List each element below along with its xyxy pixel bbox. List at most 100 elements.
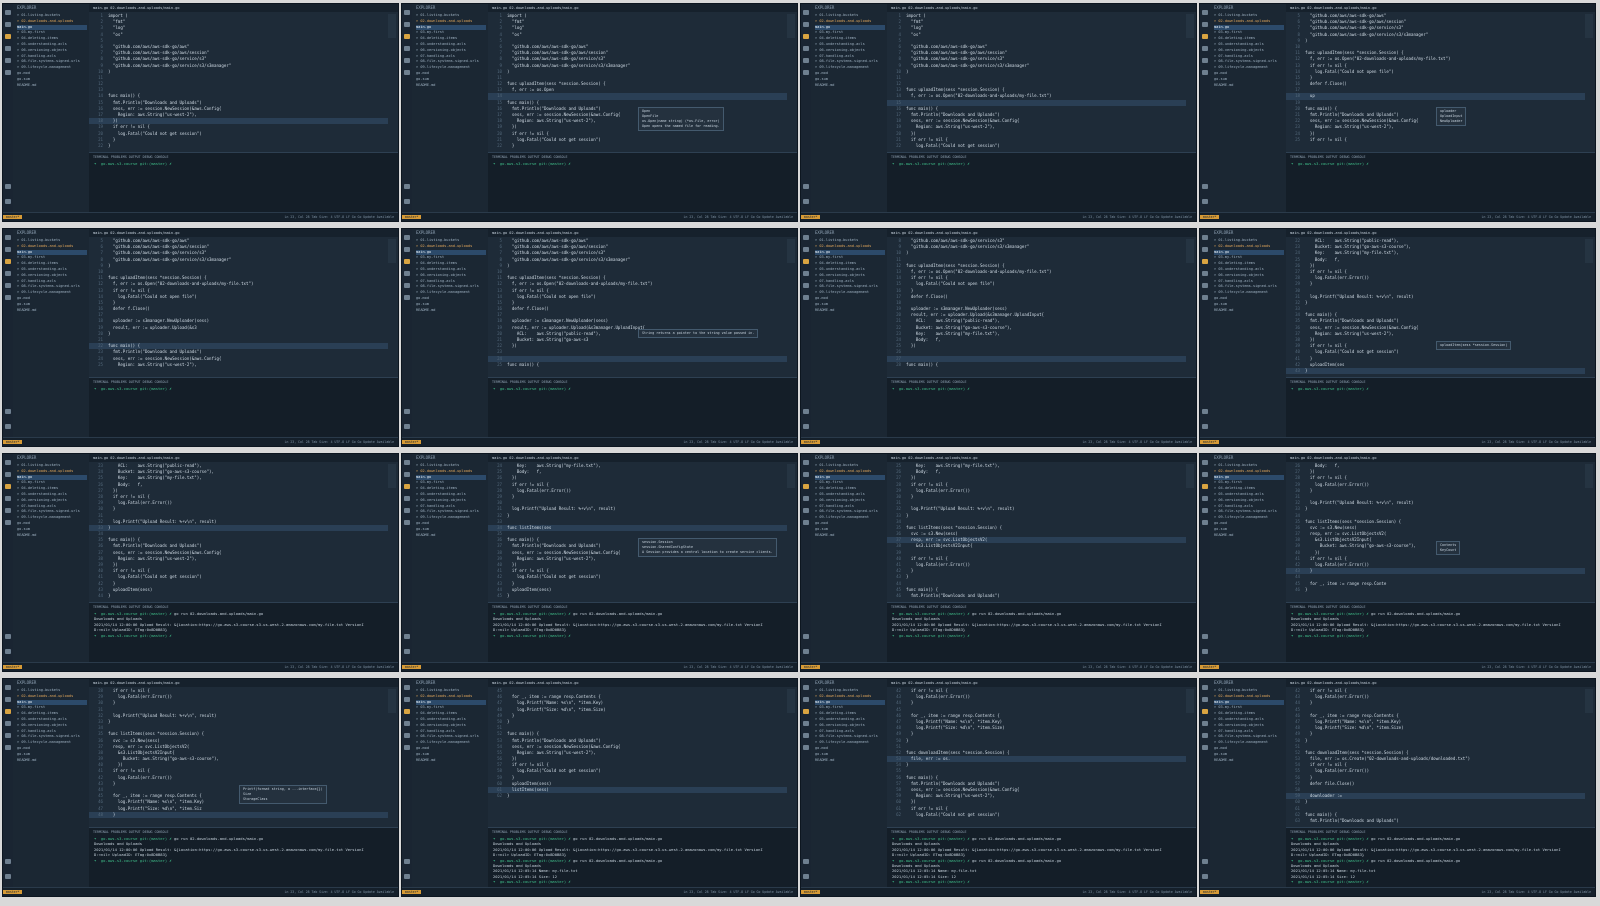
terminal-output[interactable]: ➜ go-aws-s3-course git:(master) ✗ [887, 161, 1196, 166]
explorer-icon[interactable] [1202, 235, 1208, 240]
panel-tabs[interactable]: TERMINAL PROBLEMS OUTPUT DEBUG CONSOLE [1286, 603, 1595, 611]
minimap[interactable] [388, 689, 396, 713]
code-area[interactable]: 1 import (2 "fmt" 3 "log" 4 "os" 5 6 "github.… [89, 13, 388, 152]
search-icon[interactable] [803, 22, 809, 27]
terminal-panel[interactable]: TERMINAL PROBLEMS OUTPUT DEBUG CONSOLE ➜ … [1286, 602, 1595, 666]
source-control-icon[interactable] [5, 259, 11, 264]
remote-icon[interactable] [5, 70, 11, 75]
source-control-icon[interactable] [803, 34, 809, 39]
minimap[interactable] [787, 464, 795, 488]
git-branch[interactable]: master* [801, 665, 821, 669]
remote-icon[interactable] [404, 70, 410, 75]
terminal-panel[interactable]: TERMINAL PROBLEMS OUTPUT DEBUG CONSOLE ➜ … [1286, 827, 1595, 891]
code-area[interactable]: 23 ACL: aws.String("public-read"), 24 Buc… [89, 463, 388, 602]
remote-icon[interactable] [5, 745, 11, 750]
remote-icon[interactable] [5, 295, 11, 300]
run-icon[interactable] [803, 271, 809, 276]
code-area[interactable]: 26 Body: f, 27 }) 28 if err != nil {29 log… [1286, 463, 1585, 602]
remote-icon[interactable] [1202, 295, 1208, 300]
search-icon[interactable] [1202, 247, 1208, 252]
file-tree-item[interactable]: README.md [17, 83, 87, 89]
code-editor[interactable]: main.go 02-downloads-and-uploads/main.go… [1286, 679, 1595, 827]
code-area[interactable]: 45 46 for _, item := range resp.Contents … [488, 688, 787, 827]
source-control-icon[interactable] [1202, 709, 1208, 714]
code-editor[interactable]: main.go 02-downloads-and-uploads/main.go… [887, 679, 1196, 827]
extensions-icon[interactable] [1202, 508, 1208, 513]
panel-tabs[interactable]: TERMINAL PROBLEMS OUTPUT DEBUG CONSOLE [1286, 828, 1595, 836]
terminal-output[interactable]: ➜ go-aws-s3-course git:(master) ✗ go run… [488, 836, 797, 885]
extensions-icon[interactable] [1202, 283, 1208, 288]
terminal-output[interactable]: ➜ go-aws-s3-course git:(master) ✗ [887, 386, 1196, 391]
search-icon[interactable] [1202, 22, 1208, 27]
source-control-icon[interactable] [1202, 34, 1208, 39]
file-tree-item[interactable]: README.md [416, 83, 486, 89]
account-icon[interactable] [1202, 634, 1208, 639]
terminal-panel[interactable]: TERMINAL PROBLEMS OUTPUT DEBUG CONSOLE ➜ … [488, 152, 797, 216]
editor-tab[interactable]: main.go 02-downloads-and-uploads/main.go [488, 454, 797, 462]
code-area[interactable]: 42 if err != nil {43 log.Fatal(err.Error… [1286, 688, 1585, 827]
code-area[interactable]: 5 "github.com/aws/aws-sdk-go/aws" 6 "gith… [488, 238, 787, 377]
gear-icon[interactable] [803, 649, 809, 654]
gear-icon[interactable] [5, 649, 11, 654]
terminal-panel[interactable]: TERMINAL PROBLEMS OUTPUT DEBUG CONSOLE ➜ … [887, 377, 1196, 441]
run-icon[interactable] [1202, 721, 1208, 726]
git-branch[interactable]: master* [801, 215, 821, 219]
editor-tab[interactable]: main.go 02-downloads-and-uploads/main.go [1286, 454, 1595, 462]
extensions-icon[interactable] [803, 508, 809, 513]
remote-icon[interactable] [404, 520, 410, 525]
editor-tab[interactable]: main.go 02-downloads-and-uploads/main.go [89, 679, 398, 687]
account-icon[interactable] [1202, 184, 1208, 189]
remote-icon[interactable] [803, 295, 809, 300]
git-branch[interactable]: master* [402, 440, 422, 444]
panel-tabs[interactable]: TERMINAL PROBLEMS OUTPUT DEBUG CONSOLE [488, 828, 797, 836]
editor-tab[interactable]: main.go 02-downloads-and-uploads/main.go [887, 454, 1196, 462]
minimap[interactable] [787, 239, 795, 263]
minimap[interactable] [1585, 239, 1593, 263]
terminal-output[interactable]: ➜ go-aws-s3-course git:(master) ✗ go run… [89, 836, 398, 863]
file-tree-item[interactable]: README.md [815, 758, 885, 764]
git-branch[interactable]: master* [3, 665, 23, 669]
minimap[interactable] [1186, 689, 1194, 713]
account-icon[interactable] [5, 184, 11, 189]
account-icon[interactable] [5, 634, 11, 639]
panel-tabs[interactable]: TERMINAL PROBLEMS OUTPUT DEBUG CONSOLE [488, 378, 797, 386]
explorer-icon[interactable] [1202, 460, 1208, 465]
source-control-icon[interactable] [803, 259, 809, 264]
terminal-output[interactable]: ➜ go-aws-s3-course git:(master) ✗ [89, 161, 398, 166]
terminal-panel[interactable]: TERMINAL PROBLEMS OUTPUT DEBUG CONSOLE ➜ … [488, 827, 797, 891]
account-icon[interactable] [1202, 409, 1208, 414]
code-editor[interactable]: main.go 02-downloads-and-uploads/main.go… [887, 229, 1196, 377]
explorer-icon[interactable] [404, 235, 410, 240]
git-branch[interactable]: master* [1200, 215, 1220, 219]
source-control-icon[interactable] [5, 709, 11, 714]
minimap[interactable] [388, 14, 396, 38]
gear-icon[interactable] [803, 874, 809, 879]
gear-icon[interactable] [1202, 874, 1208, 879]
extensions-icon[interactable] [803, 58, 809, 63]
run-icon[interactable] [803, 721, 809, 726]
panel-tabs[interactable]: TERMINAL PROBLEMS OUTPUT DEBUG CONSOLE [488, 603, 797, 611]
gear-icon[interactable] [404, 199, 410, 204]
account-icon[interactable] [404, 859, 410, 864]
remote-icon[interactable] [404, 295, 410, 300]
code-area[interactable]: 1 import (2 "fmt" 3 "log" 4 "os" 5 6 "github.… [887, 13, 1186, 152]
gear-icon[interactable] [5, 199, 11, 204]
search-icon[interactable] [5, 697, 11, 702]
git-branch[interactable]: master* [1200, 890, 1220, 894]
explorer-icon[interactable] [404, 460, 410, 465]
terminal-panel[interactable]: TERMINAL PROBLEMS OUTPUT DEBUG CONSOLE ➜ … [89, 152, 398, 216]
code-area[interactable]: 24 Key: aws.String("my-file.txt"), 25 Bod… [488, 463, 787, 602]
explorer-icon[interactable] [803, 460, 809, 465]
search-icon[interactable] [5, 472, 11, 477]
run-icon[interactable] [404, 46, 410, 51]
file-tree-item[interactable]: README.md [1214, 308, 1284, 314]
file-tree-item[interactable]: README.md [815, 308, 885, 314]
source-control-icon[interactable] [803, 484, 809, 489]
panel-tabs[interactable]: TERMINAL PROBLEMS OUTPUT DEBUG CONSOLE [887, 603, 1196, 611]
search-icon[interactable] [1202, 697, 1208, 702]
account-icon[interactable] [5, 859, 11, 864]
search-icon[interactable] [404, 697, 410, 702]
terminal-output[interactable]: ➜ go-aws-s3-course git:(master) ✗ go run… [89, 611, 398, 638]
minimap[interactable] [787, 689, 795, 713]
terminal-output[interactable]: ➜ go-aws-s3-course git:(master) ✗ go run… [1286, 836, 1595, 885]
